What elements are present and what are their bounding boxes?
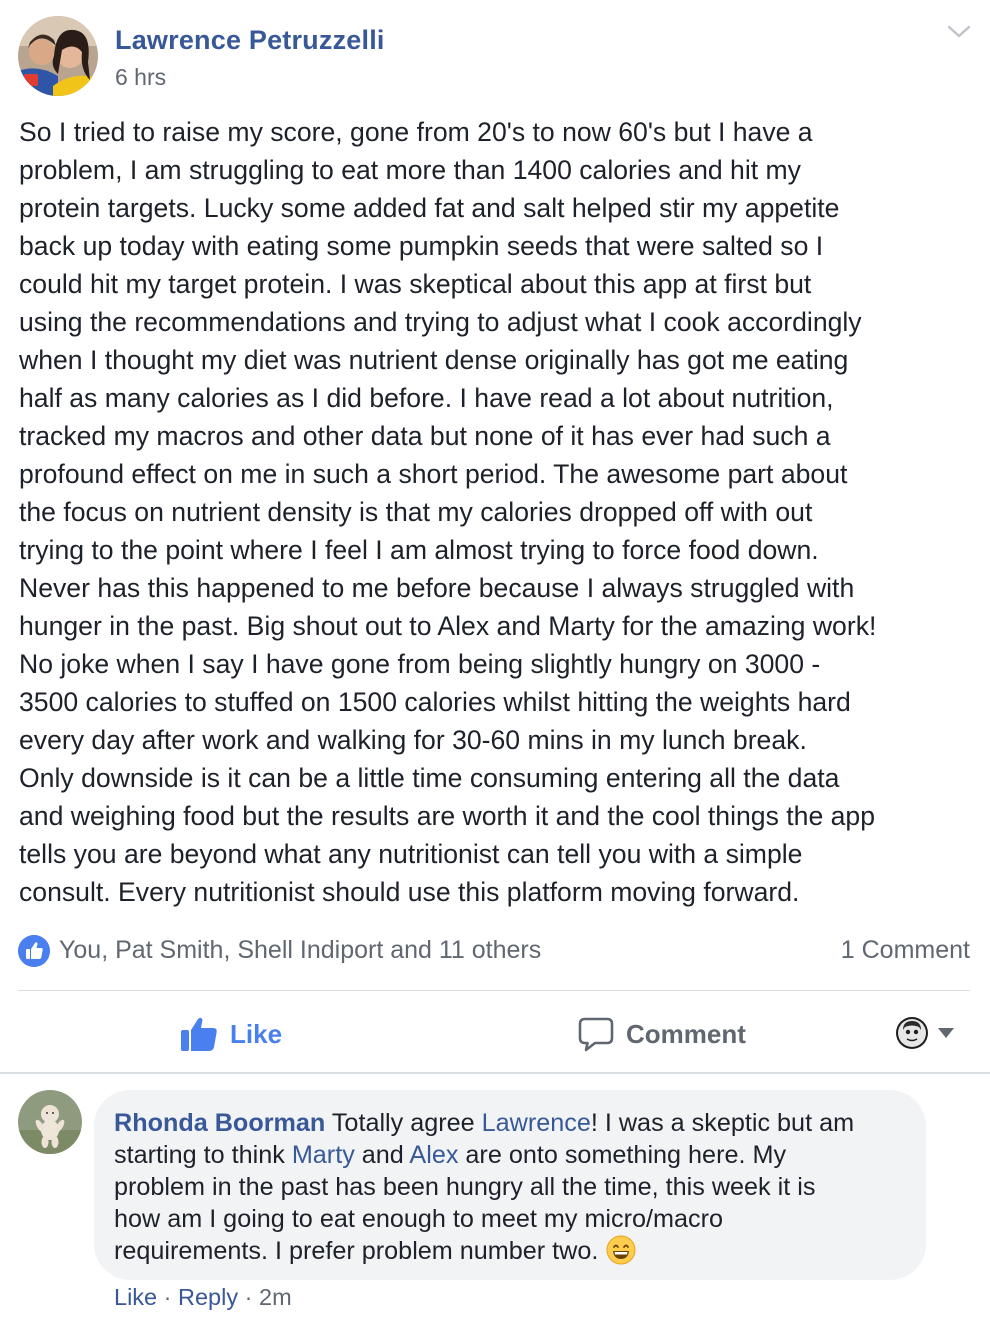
- comment-button-label: Comment: [626, 1018, 746, 1049]
- post-body-line: So I tried to raise my score, gone from …: [19, 117, 813, 147]
- post-body-line: Never has this happened to me before bec…: [19, 573, 855, 603]
- post-header: Lawrence Petruzzelli 6 hrs: [18, 16, 972, 98]
- like-reaction-icon[interactable]: [18, 935, 50, 967]
- comment-line: how am I going to eat enough to meet my …: [114, 1205, 723, 1233]
- comment-text: and: [354, 1141, 410, 1169]
- grinning-face-emoji-icon: [606, 1235, 636, 1265]
- comment-like-link[interactable]: Like: [114, 1284, 157, 1310]
- meta-separator: ·: [238, 1284, 259, 1310]
- meta-separator: ·: [157, 1284, 179, 1310]
- post-body: So I tried to raise my score, gone from …: [19, 113, 971, 911]
- thumbs-up-icon: [181, 1017, 217, 1051]
- post-body-line: protein targets. Lucky some added fat an…: [19, 193, 840, 223]
- post-body-line: Only downside is it can be a little time…: [19, 763, 840, 793]
- commenter-name[interactable]: Rhonda Boorman: [114, 1109, 325, 1137]
- post-body-line: profound effect on me in such a short pe…: [19, 459, 848, 489]
- comment-line: problem in the past has been hungry all …: [114, 1173, 816, 1201]
- author-avatar[interactable]: [18, 16, 98, 96]
- reactors-text[interactable]: You, Pat Smith, Shell Indiport and 11 ot…: [59, 936, 541, 965]
- comment-text: are onto something here. My: [458, 1141, 787, 1169]
- mention-lawrence[interactable]: Lawrence: [482, 1109, 591, 1137]
- comment-button[interactable]: Comment: [578, 1014, 746, 1054]
- post-body-line: using the recommendations and trying to …: [19, 307, 862, 337]
- mention-marty[interactable]: Marty: [292, 1141, 355, 1169]
- comment-text: starting to think: [114, 1141, 292, 1169]
- comment-line: starting to think Marty and Alex are ont…: [114, 1139, 906, 1171]
- post-body-line: 3500 calories to stuffed on 1500 calorie…: [19, 687, 851, 717]
- reactions-bar: You, Pat Smith, Shell Indiport and 11 ot…: [18, 932, 970, 972]
- like-button[interactable]: Like: [180, 1014, 282, 1054]
- post-body-line: the focus on nutrient density is that my…: [19, 497, 813, 527]
- post-body-line: every day after work and walking for 30-…: [19, 725, 807, 755]
- post-as-selector[interactable]: [895, 1016, 959, 1050]
- post-body-line: when I thought my diet was nutrient dens…: [19, 345, 849, 375]
- comment-text: Totally agree: [325, 1109, 482, 1137]
- post-body-line: consult. Every nutritionist should use t…: [19, 877, 800, 907]
- mention-alex[interactable]: Alex: [409, 1141, 458, 1169]
- comment-meta: Like · Reply · 2m: [114, 1284, 292, 1311]
- comment-text: ! I was a skeptic but am: [590, 1109, 855, 1137]
- post-body-line: tells you are beyond what any nutritioni…: [19, 839, 803, 869]
- post-body-line: No joke when I say I have gone from bein…: [19, 649, 821, 679]
- comment-time[interactable]: 2m: [259, 1284, 292, 1310]
- commenter-avatar-image: [18, 1090, 82, 1154]
- comment-line: Rhonda Boorman Totally agree Lawrence! I…: [114, 1107, 906, 1139]
- post-actions: Like Comment: [0, 1000, 990, 1068]
- post-body-line: problem, I am struggling to eat more tha…: [19, 155, 801, 185]
- divider: [18, 990, 970, 991]
- comment-count[interactable]: 1 Comment: [841, 936, 970, 965]
- comment-line: requirements. I prefer problem number tw…: [114, 1235, 906, 1267]
- post-body-line: trying to the point where I feel I am al…: [19, 535, 819, 565]
- post-body-line: back up today with eating some pumpkin s…: [19, 231, 824, 261]
- author-avatar-image: [18, 16, 98, 96]
- section-divider: [0, 1072, 990, 1074]
- comment-bubble: Rhonda Boorman Totally agree Lawrence! I…: [94, 1090, 926, 1280]
- post-body-line: and weighing food but the results are wo…: [19, 801, 875, 831]
- viewer-avatar: [896, 1017, 954, 1049]
- comment: Rhonda Boorman Totally agree Lawrence! I…: [18, 1088, 972, 1318]
- caret-down-icon: [938, 1028, 954, 1038]
- post-body-line: hunger in the past. Big shout out to Ale…: [19, 611, 877, 641]
- comment-reply-link[interactable]: Reply: [178, 1284, 238, 1310]
- comment-text: requirements. I prefer problem number tw…: [114, 1237, 599, 1265]
- post-body-line: half as many calories as I did before. I…: [19, 383, 834, 413]
- commenter-avatar[interactable]: [18, 1090, 82, 1154]
- post-body-line: could hit my target protein. I was skept…: [19, 269, 812, 299]
- post-timestamp[interactable]: 6 hrs: [115, 64, 166, 91]
- post-author-name[interactable]: Lawrence Petruzzelli: [115, 25, 385, 56]
- comment-icon: [578, 1017, 614, 1052]
- post-body-line: tracked my macros and other data but non…: [19, 421, 831, 451]
- chevron-down-icon[interactable]: [946, 20, 972, 42]
- like-button-label: Like: [230, 1018, 283, 1049]
